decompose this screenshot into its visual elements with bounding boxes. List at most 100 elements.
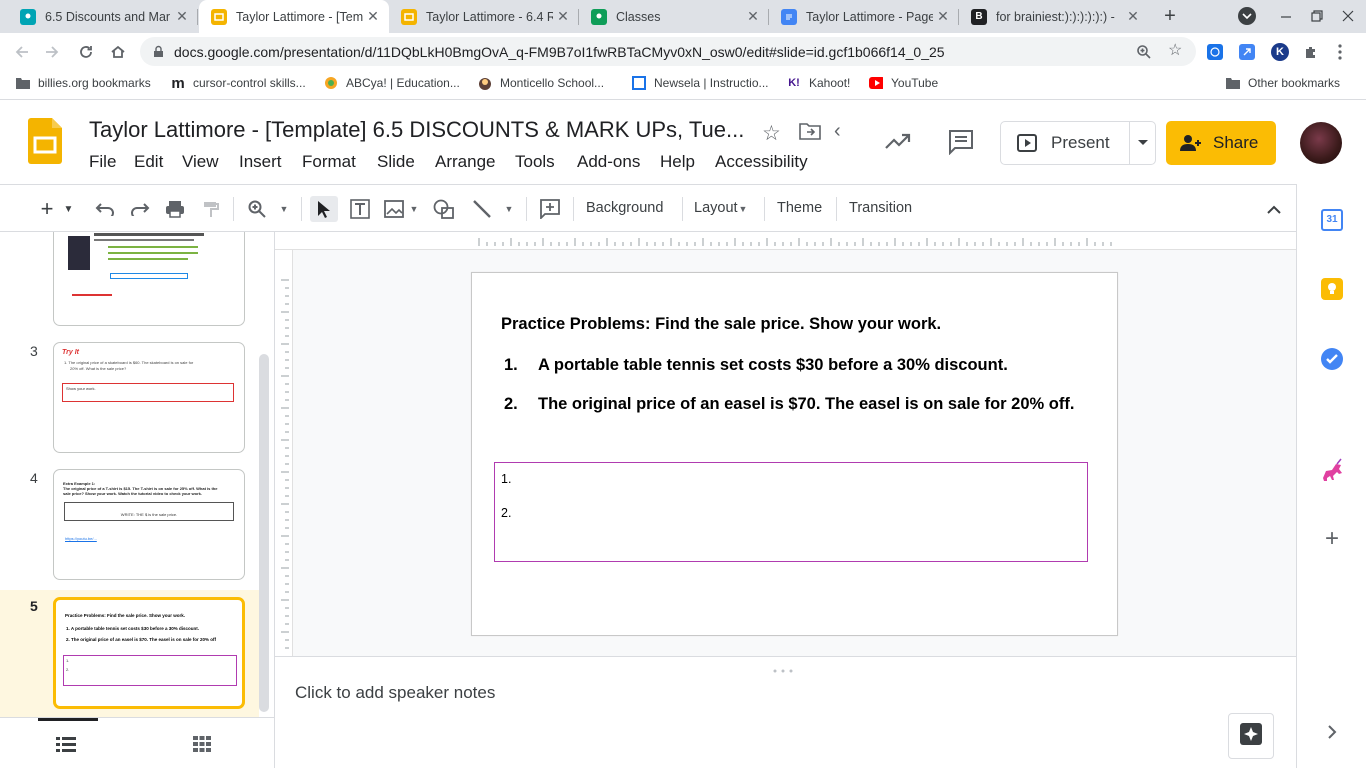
add-addon-icon[interactable]: + (1321, 527, 1343, 551)
theme-button[interactable]: Theme (777, 200, 822, 216)
layout-dropdown-icon[interactable]: ▼ (736, 196, 750, 222)
shape-icon[interactable] (431, 196, 457, 222)
extensions-puzzle-icon[interactable] (1303, 44, 1319, 60)
redo-icon[interactable] (128, 196, 152, 222)
zoom-icon[interactable] (1136, 44, 1152, 60)
new-tab-icon[interactable]: + (1159, 6, 1181, 28)
slides-logo-icon[interactable] (28, 118, 62, 164)
collapse-toolbar-chevron-icon[interactable] (1262, 196, 1286, 222)
menu-insert[interactable]: Insert (239, 152, 282, 172)
slide[interactable]: Practice Problems: Find the sale price. … (471, 272, 1118, 636)
share-button[interactable]: Share (1166, 121, 1276, 165)
close-tab-icon[interactable]: ✕ (743, 8, 763, 25)
bookmark-link[interactable]: Monticello School... (478, 76, 604, 90)
activity-dashboard-icon[interactable] (885, 131, 911, 151)
keep-icon[interactable] (1321, 278, 1343, 300)
close-tab-icon[interactable]: ✕ (553, 8, 573, 25)
bookmark-link[interactable]: YouTube (869, 76, 938, 90)
extension-k-icon[interactable]: K (1271, 43, 1289, 61)
minimize-window-icon[interactable] (1278, 8, 1294, 24)
line-icon[interactable] (469, 196, 495, 222)
bookmark-link[interactable]: K! Kahoot! (787, 76, 850, 90)
close-tab-icon[interactable]: ✕ (933, 8, 953, 25)
slide-thumbnail[interactable]: Extra Example 1: The original price of a… (53, 469, 245, 580)
explore-button[interactable] (1228, 713, 1274, 759)
speaker-notes-input[interactable]: Click to add speaker notes (295, 683, 495, 703)
background-button[interactable]: Background (586, 200, 663, 216)
close-window-icon[interactable] (1340, 8, 1356, 24)
browser-tab[interactable]: 6.5 Discounts and Mar ✕ (8, 0, 198, 33)
slide-thumbnail-selected[interactable]: Practice Problems: Find the sale price. … (53, 597, 245, 709)
comment-history-icon[interactable] (948, 129, 974, 156)
calendar-icon[interactable]: 31 (1321, 209, 1343, 231)
browser-tab[interactable]: Taylor Lattimore - 6.4 R ✕ (389, 0, 579, 33)
present-button[interactable]: Present (1001, 122, 1129, 164)
print-icon[interactable] (163, 196, 187, 222)
line-dropdown-icon[interactable]: ▼ (501, 196, 517, 222)
menu-format[interactable]: Format (302, 152, 356, 172)
back-arrow-icon[interactable] (9, 39, 35, 65)
close-tab-icon[interactable]: ✕ (172, 8, 192, 25)
close-tab-icon[interactable]: ✕ (1123, 8, 1143, 25)
cloud-status-icon[interactable]: ‹ (834, 120, 841, 143)
tab-search-icon[interactable] (1238, 7, 1256, 25)
image-dropdown-icon[interactable]: ▼ (406, 196, 422, 222)
forward-arrow-icon[interactable] (39, 39, 65, 65)
menu-tools[interactable]: Tools (515, 152, 555, 172)
present-options-chevron-icon[interactable] (1130, 122, 1156, 164)
add-comment-icon[interactable] (537, 196, 563, 222)
paint-format-icon[interactable] (199, 196, 223, 222)
menu-edit[interactable]: Edit (134, 152, 163, 172)
transition-button[interactable]: Transition (849, 200, 912, 216)
browser-tab[interactable]: B for brainiest:):):):):):) - ✕ (959, 0, 1149, 33)
new-slide-button[interactable]: + ▼ (33, 196, 81, 222)
star-icon[interactable]: ☆ (762, 121, 781, 146)
slide-thumbnail[interactable]: Try It 1. The original price of a skateb… (53, 342, 245, 453)
grid-view-icon[interactable] (193, 736, 211, 752)
menu-help[interactable]: Help (660, 152, 695, 172)
extension-share-icon[interactable] (1239, 44, 1255, 60)
slide-heading[interactable]: Practice Problems: Find the sale price. … (501, 315, 941, 334)
bookmark-link[interactable]: ABCya! | Education... (324, 76, 460, 90)
filmstrip-view-icon[interactable] (56, 736, 76, 752)
reload-icon[interactable] (73, 39, 99, 65)
menu-file[interactable]: File (89, 152, 116, 172)
menu-slide[interactable]: Slide (377, 152, 415, 172)
bookmark-link[interactable]: Newsela | Instructio... (632, 76, 769, 90)
menu-view[interactable]: View (182, 152, 219, 172)
home-icon[interactable] (105, 39, 131, 65)
browser-menu-icon[interactable] (1337, 43, 1343, 61)
browser-tab-active[interactable]: Taylor Lattimore - [Tem ✕ (199, 0, 389, 33)
undo-icon[interactable] (93, 196, 117, 222)
avatar[interactable] (1300, 122, 1342, 164)
unicorn-extension-icon[interactable] (1319, 458, 1345, 482)
close-tab-icon[interactable]: ✕ (363, 8, 383, 25)
menu-accessibility[interactable]: Accessibility (715, 152, 808, 172)
layout-button[interactable]: Layout (694, 200, 738, 216)
problem-text[interactable]: A portable table tennis set costs $30 be… (538, 356, 1008, 375)
address-bar[interactable]: docs.google.com/presentation/d/11DQbLkH0… (140, 37, 1196, 66)
extension-globe-icon[interactable] (1207, 44, 1223, 60)
zoom-dropdown-icon[interactable]: ▼ (276, 196, 292, 222)
answer-box[interactable]: 1. 2. (494, 462, 1088, 562)
bookmark-link[interactable]: m cursor-control skills... (171, 75, 305, 92)
expand-side-panel-icon[interactable] (1325, 725, 1339, 739)
answer-line[interactable]: 2. (501, 506, 511, 520)
menu-arrange[interactable]: Arrange (435, 152, 495, 172)
tasks-icon[interactable] (1321, 348, 1343, 370)
restore-window-icon[interactable] (1309, 8, 1325, 24)
select-cursor-icon[interactable] (310, 196, 338, 222)
browser-tab[interactable]: Taylor Lattimore - Page ✕ (769, 0, 959, 33)
document-title[interactable]: Taylor Lattimore - [Template] 6.5 DISCOU… (89, 117, 744, 143)
image-icon[interactable] (383, 196, 405, 222)
menu-add-ons[interactable]: Add-ons (577, 152, 640, 172)
text-box-icon[interactable] (347, 196, 373, 222)
problem-text[interactable]: The original price of an easel is $70. T… (538, 395, 1074, 414)
notes-resize-handle[interactable] (772, 660, 798, 673)
zoom-icon[interactable] (245, 196, 269, 222)
filmstrip-scrollbar[interactable] (259, 354, 269, 712)
answer-line[interactable]: 1. (501, 472, 511, 486)
move-folder-icon[interactable] (799, 122, 821, 140)
bookmark-folder[interactable]: billies.org bookmarks (16, 76, 151, 90)
slide-thumbnail[interactable] (53, 232, 245, 326)
